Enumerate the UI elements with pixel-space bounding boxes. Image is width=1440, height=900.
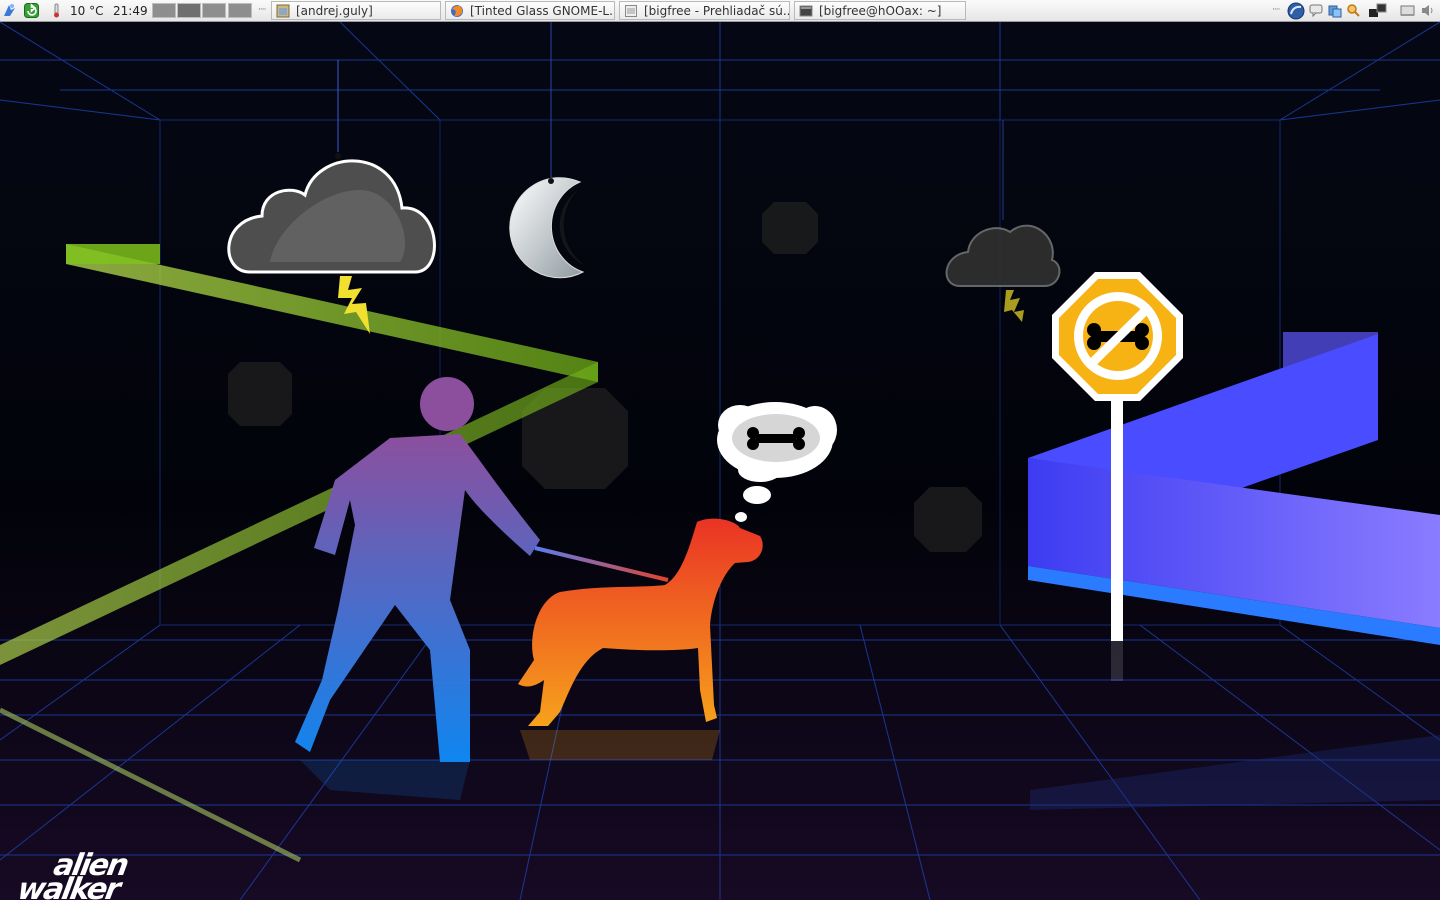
- task-label: [andrej.guly]: [296, 3, 373, 18]
- show-desktop-icon[interactable]: [1400, 3, 1415, 18]
- panel-separator: ····: [1272, 5, 1281, 15]
- task-label: [bigfree@hOOax: ~]: [819, 3, 942, 18]
- task-firefox[interactable]: [Tinted Glass GNOME-L...: [445, 1, 615, 20]
- workspace-1[interactable]: [152, 3, 176, 18]
- clock[interactable]: 21:49: [113, 0, 148, 21]
- app-menu-icon[interactable]: [2, 3, 17, 18]
- chat-icon[interactable]: [1309, 3, 1324, 18]
- terminal-icon: [799, 5, 813, 16]
- task-home-folder[interactable]: [andrej.guly]: [271, 1, 441, 20]
- workspace-2[interactable]: [177, 3, 201, 18]
- signature-line-2: walker: [15, 872, 122, 900]
- task-file-browser[interactable]: [bigfree - Prehliadač sú...: [619, 1, 790, 20]
- panel-separator: ····: [258, 5, 267, 15]
- firefox-launcher-icon[interactable]: [1287, 2, 1305, 20]
- top-panel: 10 °C 21:49 ···· [andrej.guly] [Tinted G…: [0, 0, 1440, 22]
- volume-icon[interactable]: [1420, 3, 1435, 18]
- desktop-wallpaper[interactable]: alien walker: [0, 22, 1440, 900]
- update-manager-icon[interactable]: [24, 3, 39, 18]
- workspace-4[interactable]: [228, 3, 252, 18]
- weather-temperature[interactable]: 10 °C: [70, 0, 103, 21]
- search-icon[interactable]: [1346, 3, 1361, 18]
- file-browser-icon: [625, 4, 637, 17]
- thermometer-icon: [54, 3, 59, 18]
- firefox-icon: [451, 4, 463, 17]
- window-switcher-icon[interactable]: [1368, 3, 1388, 18]
- task-terminal[interactable]: [bigfree@hOOax: ~]: [794, 1, 966, 20]
- wallpaper-artwork: [0, 22, 1440, 900]
- artist-signature: alien walker: [15, 848, 158, 900]
- network-icon[interactable]: [1327, 3, 1342, 18]
- task-label: [Tinted Glass GNOME-L...: [470, 3, 614, 18]
- workspace-3[interactable]: [202, 3, 226, 18]
- task-label: [bigfree - Prehliadač sú...: [644, 3, 789, 18]
- folder-icon: [276, 4, 290, 17]
